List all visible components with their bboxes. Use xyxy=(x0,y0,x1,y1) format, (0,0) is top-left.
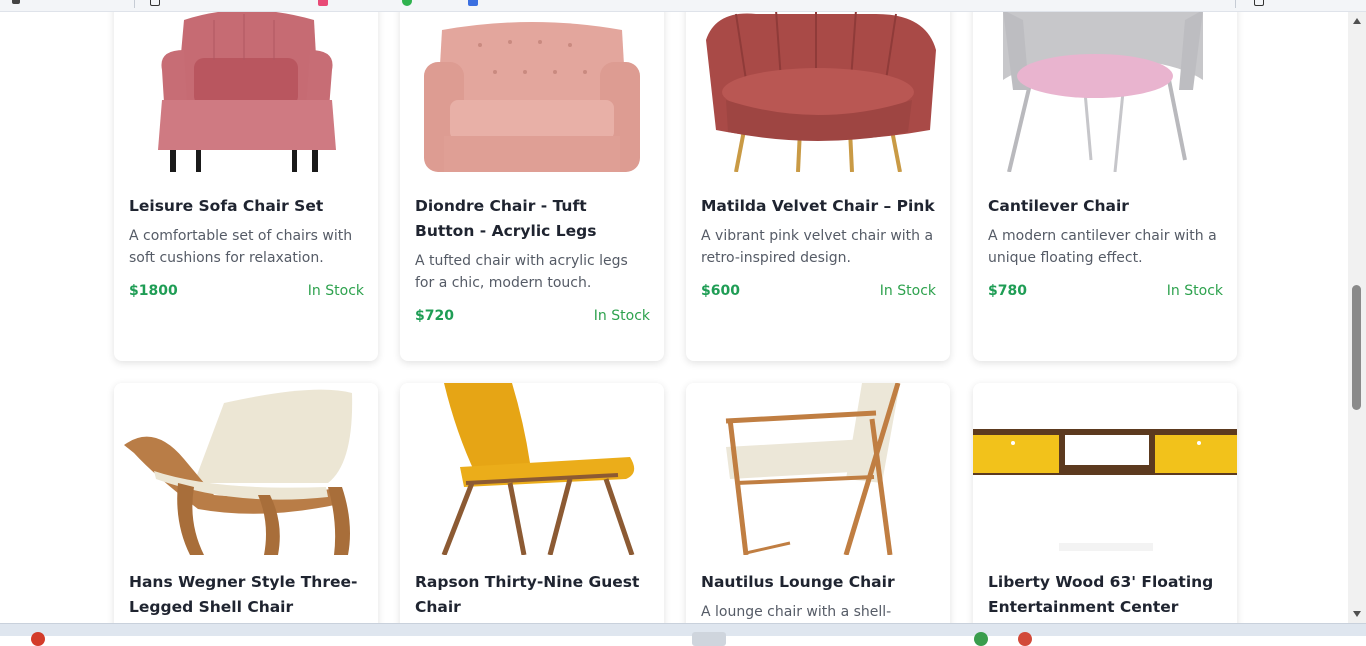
bookmark-divider xyxy=(134,0,135,8)
scroll-down-icon[interactable] xyxy=(1353,611,1361,617)
page-scrollbar[interactable] xyxy=(1348,12,1366,623)
product-card[interactable]: Hans Wegner Style Three-Legged Shell Cha… xyxy=(114,383,378,623)
bookmark-divider xyxy=(1235,0,1236,8)
product-title[interactable]: Nautilus Lounge Chair xyxy=(701,570,937,595)
product-card[interactable]: Cantilever Chair A modern cantilever cha… xyxy=(973,12,1237,361)
product-price: $720 xyxy=(415,308,454,324)
product-card[interactable]: Nautilus Lounge Chair A lounge chair wit… xyxy=(686,383,950,623)
taskbar xyxy=(0,623,1366,646)
product-title[interactable]: Liberty Wood 63' Floating Entertainment … xyxy=(988,570,1224,620)
product-description: A modern cantilever chair with a unique … xyxy=(988,228,1217,266)
product-title[interactable]: Diondre Chair - Tuft Button - Acrylic Le… xyxy=(415,194,651,244)
product-card[interactable]: Diondre Chair - Tuft Button - Acrylic Le… xyxy=(400,12,664,361)
product-title[interactable]: Leisure Sofa Chair Set xyxy=(129,194,365,219)
stock-status: In Stock xyxy=(879,283,936,299)
stock-status: In Stock xyxy=(593,308,650,324)
product-image-floating-entertainment-center xyxy=(973,383,1237,555)
product-card[interactable]: Rapson Thirty-Nine Guest Chair xyxy=(400,383,664,623)
product-card[interactable]: Leisure Sofa Chair Set A comfortable set… xyxy=(114,12,378,361)
product-image-wooden-lounge-chair xyxy=(686,383,950,555)
product-image-pink-velvet-shell-chair xyxy=(686,12,950,172)
taskbar-app-icon[interactable] xyxy=(974,632,988,646)
browser-bookmarks-bar xyxy=(0,0,1366,12)
product-image-pink-tufted-armchair xyxy=(400,12,664,172)
product-image-pink-wingback-chair xyxy=(114,12,378,172)
product-card[interactable]: Liberty Wood 63' Floating Entertainment … xyxy=(973,383,1237,623)
product-price: $1800 xyxy=(129,283,178,299)
bookmark-favicon[interactable] xyxy=(150,0,160,6)
scrollbar-thumb[interactable] xyxy=(1352,285,1361,410)
bookmark-favicon[interactable] xyxy=(468,0,478,6)
product-title[interactable]: Rapson Thirty-Nine Guest Chair xyxy=(415,570,651,620)
bookmark-favicon[interactable] xyxy=(402,0,412,6)
product-description: A vibrant pink velvet chair with a retro… xyxy=(701,228,934,266)
scroll-up-icon[interactable] xyxy=(1353,18,1361,24)
product-title[interactable]: Cantilever Chair xyxy=(988,194,1224,219)
reading-list-icon[interactable] xyxy=(1254,0,1264,6)
bookmark-favicon[interactable] xyxy=(318,0,328,6)
bookmark-favicon[interactable] xyxy=(12,0,20,4)
stock-status: In Stock xyxy=(307,283,364,299)
taskbar-app-icon[interactable] xyxy=(1018,632,1032,646)
product-image-yellow-guest-chair xyxy=(400,383,664,555)
stock-status: In Stock xyxy=(1166,283,1223,299)
taskbar-app-icon[interactable] xyxy=(31,632,45,646)
product-description: A tufted chair with acrylic legs for a c… xyxy=(415,253,628,291)
product-price: $600 xyxy=(701,283,740,299)
product-price: $780 xyxy=(988,283,1027,299)
product-title[interactable]: Matilda Velvet Chair – Pink xyxy=(701,194,937,219)
taskbar-app-icon[interactable] xyxy=(692,632,726,646)
product-title[interactable]: Hans Wegner Style Three-Legged Shell Cha… xyxy=(129,570,365,620)
product-card[interactable]: Matilda Velvet Chair – Pink A vibrant pi… xyxy=(686,12,950,361)
product-description: A comfortable set of chairs with soft cu… xyxy=(129,228,353,266)
product-grid: Leisure Sofa Chair Set A comfortable set… xyxy=(0,12,1348,623)
product-description: A lounge chair with a shell- xyxy=(701,604,892,620)
product-image-wooden-shell-chair xyxy=(114,383,378,555)
product-image-grey-cantilever-chair xyxy=(973,12,1237,172)
